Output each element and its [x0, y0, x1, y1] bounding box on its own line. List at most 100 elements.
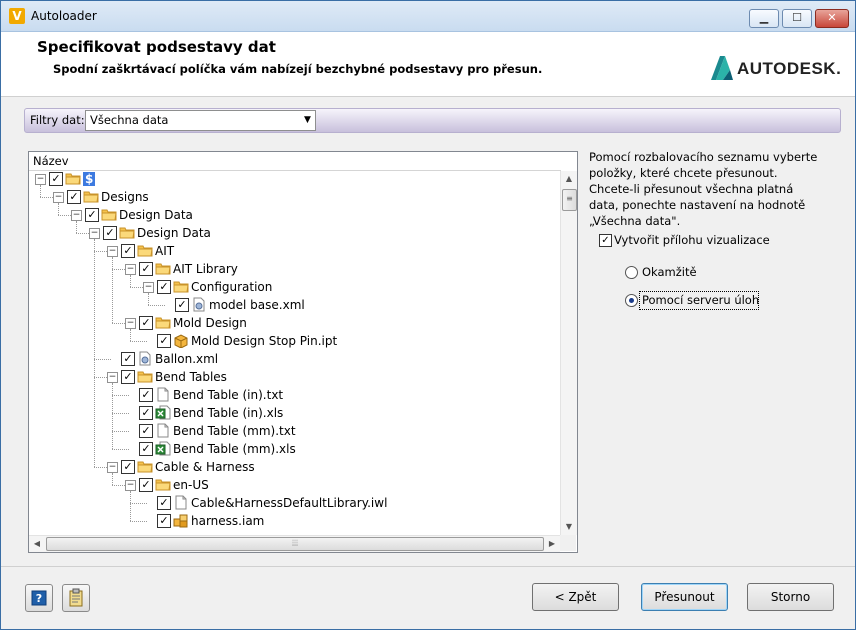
tree-checkbox[interactable]: ✓: [121, 244, 135, 258]
collapse-icon[interactable]: −: [71, 210, 82, 221]
header-divider: [1, 96, 855, 97]
data-filter-dropdown[interactable]: Všechna data ▼: [85, 110, 316, 131]
back-button[interactable]: < Zpět: [532, 583, 619, 611]
collapse-icon[interactable]: −: [125, 264, 136, 275]
tree-item-label: Cable&HarnessDefaultLibrary.iwl: [191, 496, 388, 510]
tree-checkbox[interactable]: ✓: [139, 388, 153, 402]
collapse-icon[interactable]: −: [89, 228, 100, 239]
tree-row[interactable]: − ✓ en-US: [29, 477, 559, 495]
folder-icon: [65, 171, 81, 186]
tree-checkbox[interactable]: ✓: [157, 514, 171, 528]
tree-row[interactable]: ✓ harness.iam: [29, 513, 559, 531]
autodesk-logo-icon: [711, 56, 733, 80]
scroll-left-icon[interactable]: ◀: [29, 536, 45, 552]
tree-checkbox[interactable]: ✓: [121, 370, 135, 384]
tree-checkbox[interactable]: ✓: [85, 208, 99, 222]
tree-checkbox[interactable]: ✓: [139, 406, 153, 420]
tree-row[interactable]: ✓ Bend Table (mm).xls: [29, 441, 559, 459]
tree-checkbox[interactable]: ✓: [139, 442, 153, 456]
tree-row[interactable]: − ✓ Design Data: [29, 225, 559, 243]
tree-row[interactable]: − ✓ AIT: [29, 243, 559, 261]
clipboard-button[interactable]: [62, 584, 90, 612]
tree-item-label: Cable & Harness: [155, 460, 255, 474]
help-button[interactable]: ?: [25, 584, 53, 612]
tree-row[interactable]: ✓ model base.xml: [29, 297, 559, 315]
maximize-button[interactable]: ☐: [782, 9, 812, 28]
tree-row[interactable]: ✓ Bend Table (in).xls: [29, 405, 559, 423]
tree-checkbox[interactable]: ✓: [67, 190, 81, 204]
radio-job-server[interactable]: [625, 294, 638, 307]
tree-row[interactable]: − ✓ Design Data: [29, 207, 559, 225]
visualization-attachment-label[interactable]: Vytvořit přílohu vizualizace: [614, 233, 770, 247]
tree-item-label: Ballon.xml: [155, 352, 219, 366]
tree-checkbox[interactable]: ✓: [157, 496, 171, 510]
tree-checkbox[interactable]: ✓: [139, 478, 153, 492]
horizontal-scroll-thumb[interactable]: ⦙⦙⦙: [46, 537, 544, 551]
tree-item-label: Bend Table (in).xls: [173, 406, 284, 420]
radio-job-server-label[interactable]: Pomocí serveru úloh: [642, 293, 759, 307]
tree-row[interactable]: ✓ Cable&HarnessDefaultLibrary.iwl: [29, 495, 559, 513]
tree-checkbox[interactable]: ✓: [49, 172, 63, 186]
tree-item-label: Bend Tables: [155, 370, 227, 384]
vertical-scrollbar[interactable]: ▲ ≡ ▼: [560, 171, 577, 535]
tree-row[interactable]: − ✓ $: [29, 171, 559, 189]
tree-row[interactable]: − ✓ Designs: [29, 189, 559, 207]
tree-connector: [130, 503, 147, 504]
tree-row[interactable]: − ✓ Cable & Harness: [29, 459, 559, 477]
collapse-icon[interactable]: −: [107, 246, 118, 257]
scroll-down-icon[interactable]: ▼: [561, 519, 577, 535]
tree-row[interactable]: ✓ Bend Table (mm).txt: [29, 423, 559, 441]
close-button[interactable]: ✕: [815, 9, 849, 28]
assembly-file-icon: [173, 513, 189, 528]
tree-row[interactable]: ✓ Ballon.xml: [29, 351, 559, 369]
tree-connector: [94, 359, 111, 360]
folder-icon: [137, 369, 153, 384]
minimize-button[interactable]: ▁: [749, 9, 779, 28]
horizontal-scrollbar[interactable]: ◀ ⦙⦙⦙ ▶: [29, 535, 560, 552]
tree-connector: [130, 521, 147, 522]
tree-checkbox[interactable]: ✓: [139, 262, 153, 276]
autodesk-logo-text: AUTODESK.: [737, 59, 842, 78]
tree-item-label: Mold Design: [173, 316, 247, 330]
move-button[interactable]: Přesunout: [641, 583, 728, 611]
cancel-button[interactable]: Storno: [747, 583, 834, 611]
tree-checkbox[interactable]: ✓: [103, 226, 117, 240]
tree-connector: [112, 395, 129, 396]
tree-checkbox[interactable]: ✓: [157, 334, 171, 348]
collapse-icon[interactable]: −: [125, 480, 136, 491]
scroll-right-icon[interactable]: ▶: [544, 536, 560, 552]
tree-checkbox[interactable]: ✓: [175, 298, 189, 312]
tree-checkbox[interactable]: ✓: [139, 316, 153, 330]
radio-immediate[interactable]: [625, 266, 638, 279]
scroll-up-icon[interactable]: ▲: [561, 171, 577, 187]
tree-row[interactable]: ✓ Bend Table (in).txt: [29, 387, 559, 405]
excel-file-icon: [155, 441, 171, 456]
tree-row[interactable]: − ✓ Bend Tables: [29, 369, 559, 387]
vertical-scroll-thumb[interactable]: ≡: [562, 189, 577, 211]
folder-icon: [83, 189, 99, 204]
collapse-icon[interactable]: −: [35, 174, 46, 185]
tree-row[interactable]: − ✓ Mold Design: [29, 315, 559, 333]
tree-row[interactable]: − ✓ Configuration: [29, 279, 559, 297]
tree-item-label: Design Data: [137, 226, 211, 240]
chevron-down-icon[interactable]: ▼: [300, 111, 315, 130]
tree-checkbox[interactable]: ✓: [157, 280, 171, 294]
page-title: Specifikovat podsestavy dat: [37, 38, 276, 56]
tree-checkbox[interactable]: ✓: [121, 352, 135, 366]
tree-row[interactable]: − ✓ AIT Library: [29, 261, 559, 279]
collapse-icon[interactable]: −: [53, 192, 64, 203]
radio-immediate-label[interactable]: Okamžitě: [642, 265, 697, 279]
tree-column-header[interactable]: Název: [29, 152, 561, 171]
collapse-icon[interactable]: −: [125, 318, 136, 329]
filter-label: Filtry dat:: [30, 113, 85, 127]
visualization-attachment-checkbox[interactable]: ✓: [599, 234, 612, 247]
collapse-icon[interactable]: −: [107, 372, 118, 383]
tree-checkbox[interactable]: ✓: [139, 424, 153, 438]
tree-row[interactable]: ✓ Mold Design Stop Pin.ipt: [29, 333, 559, 351]
collapse-icon[interactable]: −: [107, 462, 118, 473]
tree-checkbox[interactable]: ✓: [121, 460, 135, 474]
autoloader-app-icon: V: [9, 8, 25, 24]
tree-item-label: Bend Table (mm).xls: [173, 442, 296, 456]
title-bar[interactable]: V Autoloader ▁ ☐ ✕: [1, 1, 855, 32]
collapse-icon[interactable]: −: [143, 282, 154, 293]
